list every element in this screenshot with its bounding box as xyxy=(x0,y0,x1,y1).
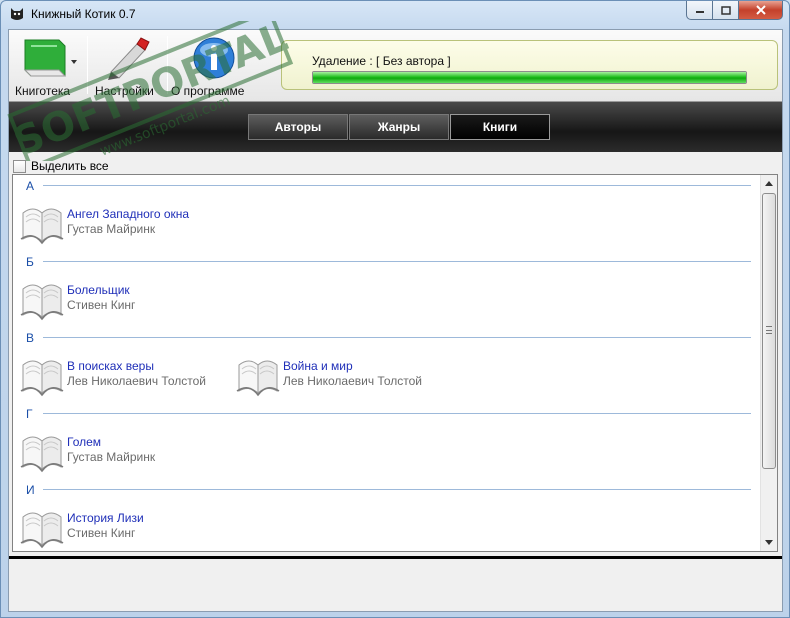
toolbar-separator xyxy=(87,36,88,94)
progress-status-text: Удаление : [ Без автора ] xyxy=(312,54,451,68)
settings-button[interactable]: Настройки xyxy=(89,34,165,100)
scroll-down-button[interactable] xyxy=(761,534,777,551)
book-title[interactable]: Болельщик xyxy=(67,283,130,297)
group-letter: В xyxy=(26,331,35,345)
info-globe-icon xyxy=(193,37,235,79)
group-divider xyxy=(43,489,751,490)
title-bar[interactable]: Книжный Котик 0.7 xyxy=(1,1,789,27)
maximize-icon xyxy=(720,5,731,15)
checkbox-box[interactable] xyxy=(13,159,26,173)
scroll-up-button[interactable] xyxy=(761,175,777,192)
close-icon xyxy=(755,5,766,15)
group-header: А xyxy=(13,175,761,195)
book-author: Лев Николаевич Толстой xyxy=(67,374,206,388)
book-author: Густав Майринк xyxy=(67,222,156,236)
book-item[interactable]: В поисках веры Лев Николаевич Толстой xyxy=(13,347,223,403)
library-button[interactable]: Книготека xyxy=(15,34,85,100)
book-title[interactable]: Голем xyxy=(67,435,101,449)
group-header: И xyxy=(13,479,761,499)
group-divider xyxy=(43,413,751,414)
cat-app-icon xyxy=(11,8,23,20)
group-letter: Г xyxy=(26,407,33,421)
scroll-thumb[interactable] xyxy=(762,193,776,469)
group-divider xyxy=(43,261,751,262)
minimize-icon xyxy=(695,11,704,13)
open-book-icon xyxy=(20,360,64,397)
group-letter: И xyxy=(26,483,35,497)
select-all-checkbox[interactable]: Выделить все xyxy=(13,158,109,174)
vertical-scrollbar[interactable] xyxy=(760,175,777,551)
group-divider xyxy=(43,337,751,338)
progress-panel: Удаление : [ Без автора ] xyxy=(281,40,778,90)
maximize-button[interactable] xyxy=(713,1,739,20)
minimize-button[interactable] xyxy=(686,1,713,20)
arrow-down-icon xyxy=(765,540,773,545)
books-row: Болельщик Стивен Кинг xyxy=(13,271,761,327)
book-list[interactable]: А Ангел Западного окна Густав Майринк Б Боле… xyxy=(12,174,778,552)
open-book-icon xyxy=(20,208,64,245)
toolbar: Книготека Настройки О программе Удаление… xyxy=(9,30,782,102)
book-author: Лев Николаевич Толстой xyxy=(283,374,422,388)
book-title[interactable]: В поисках веры xyxy=(67,359,154,373)
settings-label: Настройки xyxy=(95,84,154,98)
close-button[interactable] xyxy=(739,1,783,20)
group-letter: А xyxy=(26,179,35,193)
open-book-icon xyxy=(20,284,64,321)
book-item[interactable]: История Лизи Стивен Кинг xyxy=(13,499,223,551)
group-header: Б xyxy=(13,251,761,271)
book-title[interactable]: Война и мир xyxy=(283,359,353,373)
about-button[interactable]: О программе xyxy=(169,34,249,100)
arrow-up-icon xyxy=(765,181,773,186)
books-row: История Лизи Стивен Кинг xyxy=(13,499,761,551)
books-row: В поисках веры Лев Николаевич Толстой Войн… xyxy=(13,347,761,403)
client-area: Книготека Настройки О программе Удаление… xyxy=(8,29,783,612)
book-item[interactable]: Болельщик Стивен Кинг xyxy=(13,271,223,327)
group-header: Г xyxy=(13,403,761,423)
green-book-icon xyxy=(23,39,77,77)
group-divider xyxy=(43,185,751,186)
tab-2[interactable]: Книги xyxy=(450,114,550,140)
settings-pencil-icon xyxy=(108,37,150,80)
tab-band: Авторы Жанры Книги xyxy=(9,102,782,152)
books-row: Ангел Западного окна Густав Майринк xyxy=(13,195,761,251)
view-tabs: Авторы Жанры Книги xyxy=(248,114,551,140)
about-label: О программе xyxy=(171,84,245,98)
book-title[interactable]: Ангел Западного окна xyxy=(67,207,189,221)
library-label: Книготека xyxy=(15,84,71,98)
book-item[interactable]: Голем Густав Майринк xyxy=(13,423,223,479)
status-bar xyxy=(9,559,782,611)
book-title[interactable]: История Лизи xyxy=(67,511,144,525)
tab-1[interactable]: Жанры xyxy=(349,114,449,140)
book-item[interactable]: Война и мир Лев Николаевич Толстой xyxy=(229,347,439,403)
app-window: Книжный Котик 0.7 Книготека Настройки О … xyxy=(0,0,790,618)
book-author: Стивен Кинг xyxy=(67,526,136,540)
toolbar-separator xyxy=(167,36,168,94)
books-row: Голем Густав Майринк xyxy=(13,423,761,479)
book-list-content: А Ангел Западного окна Густав Майринк Б Боле… xyxy=(13,175,761,551)
progress-bar-fill xyxy=(313,72,746,83)
book-author: Стивен Кинг xyxy=(67,298,136,312)
select-all-label: Выделить все xyxy=(31,159,109,173)
window-controls xyxy=(686,1,783,21)
open-book-icon xyxy=(20,512,64,549)
group-letter: Б xyxy=(26,255,34,269)
open-book-icon xyxy=(20,436,64,473)
book-item[interactable]: Ангел Западного окна Густав Майринк xyxy=(13,195,223,251)
group-header: В xyxy=(13,327,761,347)
book-author: Густав Майринк xyxy=(67,450,156,464)
progress-bar xyxy=(312,71,747,84)
tab-0[interactable]: Авторы xyxy=(248,114,348,140)
grip-icon xyxy=(766,326,772,334)
window-title: Книжный Котик 0.7 xyxy=(31,7,136,21)
open-book-icon xyxy=(236,360,280,397)
